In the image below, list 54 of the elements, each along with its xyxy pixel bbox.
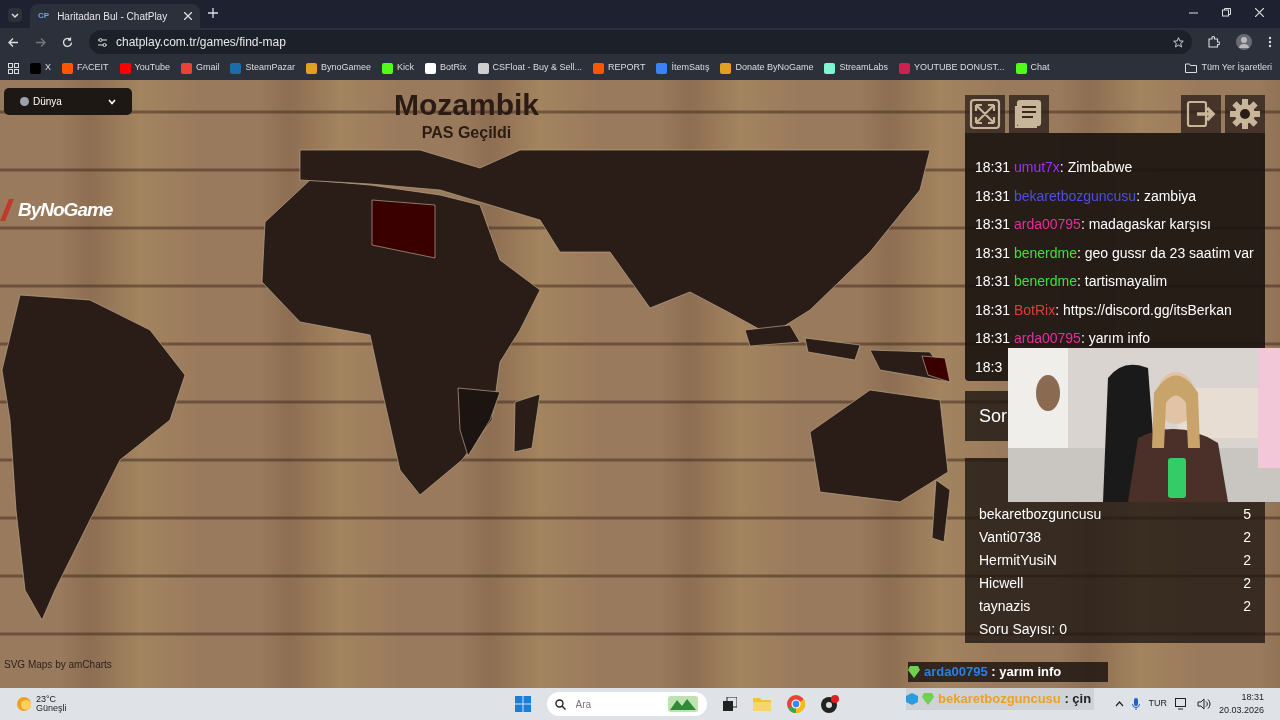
player-name: Vanti0738	[979, 528, 1041, 547]
bookmark[interactable]: BotRix	[425, 61, 467, 75]
tab-title: Haritadan Bul - ChatPlay	[57, 9, 169, 24]
player-name: HermitYusiN	[979, 551, 1057, 570]
chat-message: 18:31 arda00795: madagaskar karşısı	[974, 215, 1212, 234]
search-input[interactable]: Ara	[573, 695, 660, 713]
question-count: Soru Sayısı: 0	[979, 620, 1068, 639]
player-score: 2	[1243, 551, 1251, 570]
tab-favicon: CP	[38, 10, 50, 22]
chat-message: 18:31 benerdme: geo gussr da 23 saatim var	[974, 243, 1255, 263]
bookmark[interactable]: StreamLabs	[824, 61, 888, 75]
bookmark[interactable]: Chat	[1015, 61, 1050, 75]
player-name: Hicwell	[979, 574, 1024, 593]
chat-message: 18:3	[974, 357, 1004, 377]
player-name: bekaretbozguncusu	[979, 505, 1102, 524]
player-name: taynazis	[979, 597, 1031, 616]
bookmark[interactable]: Donate ByNoGame	[720, 61, 814, 75]
bookmark[interactable]: İtemSatış	[656, 61, 710, 75]
clock-time[interactable]: 18:31	[1241, 693, 1264, 702]
bookmark[interactable]: REPORT	[593, 61, 646, 75]
chat-message: 18:31 umut7x: Zimbabwe	[974, 158, 1134, 177]
bookmark-folder[interactable]: Tüm Yer İşaretleri	[1185, 61, 1272, 75]
logo-text: ByNoGame	[18, 198, 113, 222]
language-indicator[interactable]: TUR	[1148, 697, 1167, 711]
player-score: 2	[1243, 597, 1251, 616]
browser-tab[interactable]: CP Haritadan Bul - ChatPlay	[30, 4, 200, 28]
bookmark[interactable]: CSFloat - Buy & Sell...	[477, 61, 583, 75]
bookmark[interactable]: Kick	[382, 61, 414, 75]
bookmark[interactable]: BynoGamee	[305, 61, 371, 75]
player-score: 2	[1243, 574, 1251, 593]
bookmark[interactable]: YouTube	[119, 61, 170, 75]
player-score: 5	[1243, 505, 1251, 524]
bookmark[interactable]: SteamPazar	[230, 61, 295, 75]
bookmark[interactable]: X	[30, 61, 51, 75]
country-title: Mozambik	[394, 88, 540, 121]
alert-message: bekaretbozguncusu : çin	[938, 690, 1092, 709]
url-text: chatplay.com.tr/games/find-map	[116, 34, 287, 51]
status-text: PAS Geçildi	[421, 123, 512, 143]
bookmark[interactable]: FACEIT	[62, 61, 109, 75]
chat-message: 18:31 benerdme: tartismayalim	[974, 272, 1169, 291]
alert-message: arda00795 : yarım info	[924, 663, 1062, 682]
chat-message: 18:31 BotRix: https://discord.gg/itsBerkan	[974, 300, 1233, 320]
region-select[interactable]: Dünya	[4, 88, 132, 115]
clock-date[interactable]: 20.03.2026	[1218, 706, 1264, 715]
player-score: 2	[1243, 528, 1251, 547]
chat-message: 18:31 arda00795: yarım info	[974, 329, 1152, 348]
chat-message: 18:31 bekaretbozguncusu: zambiya	[974, 186, 1198, 206]
bookmark[interactable]: Gmail	[180, 61, 220, 75]
weather-text: Güneşli	[36, 704, 67, 713]
search-field[interactable]: Ara	[546, 692, 707, 716]
question-heading: Sor	[979, 406, 1007, 426]
address-bar[interactable]: chatplay.com.tr/games/find-map	[89, 30, 1192, 54]
temperature-text: 23°C	[36, 695, 58, 704]
bookmark[interactable]: YOUTUBE DONUST...	[899, 61, 1005, 75]
